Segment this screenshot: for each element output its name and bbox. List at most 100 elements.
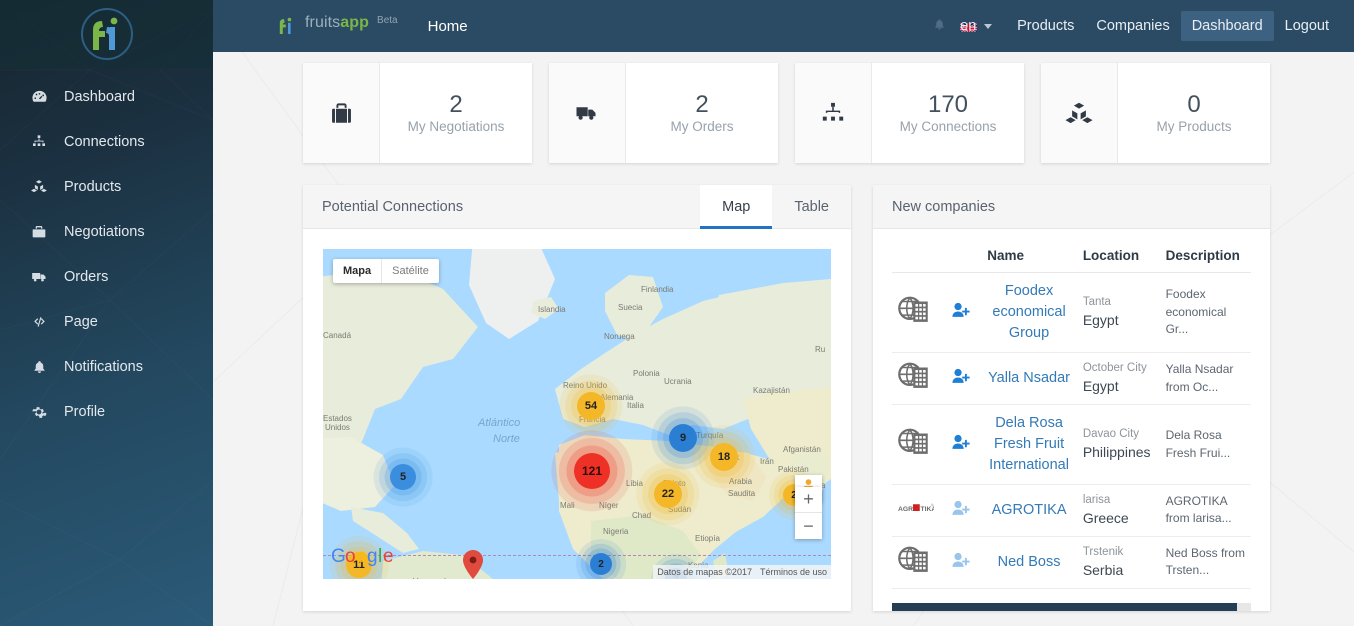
- company-name-cell[interactable]: AGROTIKA: [981, 484, 1077, 537]
- map-cluster-marker[interactable]: 121: [574, 453, 610, 489]
- add-user-icon[interactable]: [952, 434, 971, 454]
- company-location-cell: Trstenik Serbia: [1076, 536, 1160, 589]
- topnav-dashboard[interactable]: Dashboard: [1180, 11, 1274, 41]
- sidebar-item-label: Notifications: [64, 358, 143, 375]
- topnav-products[interactable]: Products: [1006, 11, 1085, 41]
- table-row[interactable]: Foodex economical Group Tanta Egypt Foodex …: [892, 272, 1251, 354]
- company-description-cell: Dela Rosa Fresh Frui...: [1159, 404, 1251, 486]
- sidebar-item-profile[interactable]: Profile: [0, 389, 213, 434]
- map-type-satelite[interactable]: Satélite: [382, 259, 439, 283]
- horizontal-scrollbar[interactable]: [892, 602, 1251, 611]
- company-description-cell: Foodex economical Gr...: [1159, 272, 1251, 354]
- briefcase-icon: [303, 63, 380, 163]
- sidebar-item-products[interactable]: Products: [0, 164, 213, 209]
- map-terms-link[interactable]: Términos de uso: [760, 567, 827, 577]
- company-name-cell[interactable]: Dela Rosa Fresh Fruit International: [981, 404, 1077, 486]
- add-user-icon[interactable]: [952, 302, 971, 322]
- company-name-link[interactable]: Foodex economical Group: [992, 283, 1065, 341]
- add-connection-cell[interactable]: [945, 536, 982, 589]
- topnav-companies[interactable]: Companies: [1085, 11, 1180, 41]
- new-companies-table: Name Location Description Foodex economi…: [892, 239, 1251, 589]
- tab-table[interactable]: Table: [772, 185, 851, 228]
- add-connection-cell[interactable]: [945, 404, 982, 486]
- sidebar-item-negotiations[interactable]: Negotiations: [0, 209, 213, 254]
- map-attribution-footer: Datos de mapas ©2017 Términos de uso: [653, 565, 831, 579]
- fruitsapp-logo-small: [279, 17, 292, 34]
- zoom-in-button[interactable]: +: [795, 487, 822, 513]
- company-description-cell: Ned Boss from Trsten...: [1159, 536, 1251, 589]
- map-ocean-label: Norte: [493, 433, 520, 445]
- chevron-down-icon: [984, 23, 993, 29]
- map-cluster-marker[interactable]: 54: [577, 392, 605, 420]
- brand[interactable]: fruitsapp Beta: [275, 14, 398, 38]
- col-action: [945, 239, 982, 273]
- sidebar-item-page[interactable]: Page: [0, 299, 213, 344]
- company-description: AGROTIKA from larisa...: [1165, 494, 1232, 526]
- company-name-link[interactable]: AGROTIKA: [992, 502, 1067, 518]
- company-name-link[interactable]: Dela Rosa Fresh Fruit International: [989, 415, 1069, 473]
- beta-badge: Beta: [377, 15, 398, 26]
- topnav-logout[interactable]: Logout: [1274, 11, 1340, 41]
- table-row[interactable]: AGRTIKA® AGROTIKA larisa Greece AGROTIKA fro…: [892, 484, 1251, 537]
- sitemap-icon: [795, 63, 872, 163]
- col-location: Location: [1076, 239, 1160, 273]
- map-wrapper: Islandia Canadá Estados Unidos Reino Unido Fi…: [303, 229, 851, 599]
- add-connection-cell[interactable]: [945, 272, 982, 354]
- truck-icon: [28, 267, 50, 287]
- map-cluster-marker[interactable]: 18: [710, 443, 738, 471]
- sidebar-item-notifications[interactable]: Notifications: [0, 344, 213, 389]
- sidebar-item-label: Page: [64, 313, 98, 330]
- bell-icon[interactable]: [919, 17, 960, 36]
- home-link[interactable]: Home: [428, 18, 468, 35]
- add-connection-cell[interactable]: [945, 484, 982, 537]
- company-city: October City: [1082, 362, 1147, 375]
- sidebar-item-dashboard[interactable]: Dashboard: [0, 74, 213, 119]
- company-city: Davao City: [1082, 428, 1140, 441]
- add-user-icon[interactable]: [952, 500, 971, 520]
- add-user-icon[interactable]: [952, 552, 971, 572]
- google-map[interactable]: Islandia Canadá Estados Unidos Reino Unido Fi…: [323, 249, 831, 579]
- company-country: Philippines: [1082, 443, 1151, 460]
- company-name-cell[interactable]: Ned Boss: [981, 536, 1077, 589]
- language-selector[interactable]: en: [960, 18, 993, 34]
- scrollbar-thumb[interactable]: [892, 602, 1237, 611]
- gear-icon: [28, 402, 50, 422]
- main-content: 2 My Negotiations 2 My Orders 170 My Con…: [213, 52, 1354, 626]
- map-pin-marker[interactable]: [463, 550, 483, 579]
- stat-value: 170: [927, 90, 969, 118]
- add-user-icon[interactable]: [952, 368, 971, 388]
- map-ocean-label: Atlántico: [478, 417, 521, 429]
- map-cluster-marker[interactable]: 5: [390, 464, 416, 490]
- table-row[interactable]: Dela Rosa Fresh Fruit International Davao…: [892, 404, 1251, 486]
- company-name-cell[interactable]: Foodex economical Group: [981, 272, 1077, 354]
- briefcase-icon: [28, 222, 50, 242]
- sidebar-item-label: Orders: [64, 268, 109, 285]
- stat-card-connections[interactable]: 170 My Connections: [795, 63, 1024, 163]
- table-row[interactable]: Yalla Nsadar October City Egypt Yalla Nsada…: [892, 352, 1251, 406]
- company-description: Dela Rosa Fresh Frui...: [1165, 428, 1231, 460]
- company-name-cell[interactable]: Yalla Nsadar: [981, 352, 1077, 406]
- company-description: Ned Boss from Trsten...: [1165, 545, 1245, 578]
- map-cluster-marker[interactable]: 2: [590, 553, 612, 575]
- stat-card-orders[interactable]: 2 My Orders: [549, 63, 778, 163]
- map-place-label: Suecia: [618, 303, 643, 312]
- map-type-mapa[interactable]: Mapa: [333, 259, 383, 283]
- company-city: Trstenik: [1082, 546, 1124, 559]
- sidebar-item-orders[interactable]: Orders: [0, 254, 213, 299]
- stat-card-products[interactable]: 0 My Products: [1041, 63, 1270, 163]
- sidebar-item-label: Dashboard: [64, 88, 135, 105]
- company-logo-cell: [892, 536, 946, 589]
- map-place-label: Saudita: [728, 489, 756, 498]
- map-cluster-marker[interactable]: 22: [654, 480, 682, 508]
- new-companies-header: New companies: [873, 185, 1270, 229]
- stat-card-negotiations[interactable]: 2 My Negotiations: [303, 63, 532, 163]
- company-name-link[interactable]: Ned Boss: [998, 554, 1061, 570]
- table-row[interactable]: Ned Boss Trstenik Serbia Ned Boss from Trst…: [892, 536, 1251, 589]
- sidebar-logo[interactable]: [0, 0, 213, 68]
- zoom-out-button[interactable]: −: [795, 513, 822, 539]
- add-connection-cell[interactable]: [945, 352, 982, 406]
- company-location-cell: October City Egypt: [1076, 352, 1160, 406]
- tab-map[interactable]: Map: [700, 185, 773, 229]
- company-name-link[interactable]: Yalla Nsadar: [988, 370, 1070, 386]
- sidebar-item-connections[interactable]: Connections: [0, 119, 213, 164]
